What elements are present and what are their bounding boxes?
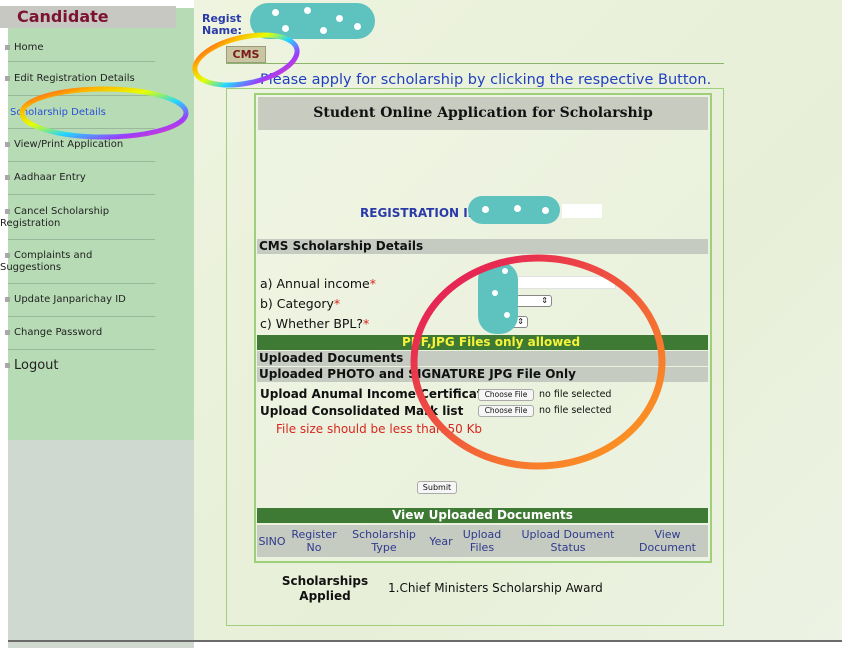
redaction-mark — [478, 262, 518, 334]
sidebar-item-cancel-scholarship[interactable]: Cancel Scholarship Registration — [0, 206, 140, 230]
bullet-icon — [5, 363, 10, 368]
column-header: SINO — [258, 534, 286, 548]
divider — [8, 349, 155, 350]
divider — [8, 316, 155, 317]
bpl-label: c) Whether BPL?* — [260, 316, 370, 331]
divider — [8, 194, 155, 195]
column-header: Year — [429, 534, 453, 548]
scholarships-applied-value: 1.Chief Ministers Scholarship Award — [388, 581, 603, 595]
sidebar-item-scholarship-details[interactable]: Scholarship Details — [0, 107, 155, 119]
instruction-text: Please apply for scholarship by clicking… — [260, 72, 712, 88]
sidebar-item-label: Cancel Scholarship Registration — [0, 206, 110, 229]
upload-marklist-label: Upload Consolidated Mark list — [260, 404, 464, 418]
divider — [8, 283, 155, 284]
chevron-updown-icon: ⇕ — [517, 317, 524, 326]
sidebar-item-label: Logout — [14, 358, 59, 373]
bullet-icon — [5, 44, 10, 50]
sidebar-item-view-print[interactable]: View/Print Application — [0, 139, 155, 151]
bullet-icon — [5, 141, 10, 147]
bullet-icon — [5, 75, 10, 81]
required-marker: * — [363, 316, 370, 331]
sidebar-item-label: Edit Registration Details — [14, 73, 135, 84]
required-marker: * — [369, 276, 376, 291]
annual-income-label: a) Annual income* — [260, 276, 376, 291]
sidebar-item-label: Aadhaar Entry — [14, 172, 86, 183]
sidebar-item-label: Scholarship Details — [10, 107, 106, 118]
registration-id-label: REGISTRATION ID- — [360, 206, 483, 220]
column-header: Upload Doument Status — [521, 528, 615, 554]
bullet-icon — [5, 252, 10, 258]
bullet-icon — [5, 296, 10, 302]
divider — [226, 63, 724, 64]
file-status: no file selected — [539, 405, 612, 416]
sidebar-item-change-password[interactable]: Change Password — [0, 327, 155, 339]
column-header: Register No — [291, 528, 337, 554]
registration-name-label: Regist Name: — [202, 12, 242, 37]
bullet-icon — [5, 329, 10, 335]
sidebar-title: Candidate — [0, 6, 176, 28]
sidebar-item-label: Change Password — [14, 327, 103, 338]
column-header: Upload Files — [462, 528, 502, 554]
sidebar-item-aadhaar[interactable]: Aadhaar Entry — [0, 172, 155, 184]
bullet-icon — [5, 174, 10, 180]
chevron-updown-icon: ⇕ — [541, 296, 548, 305]
registration-id-field — [562, 204, 602, 218]
section-header-cms: CMS Scholarship Details — [257, 239, 708, 254]
divider — [8, 95, 155, 96]
bottom-border — [8, 640, 842, 642]
choose-file-income-button[interactable]: Choose File — [478, 389, 534, 401]
tab-cms[interactable]: CMS — [226, 46, 266, 63]
uploaded-documents-header: Uploaded Documents — [257, 351, 708, 366]
sidebar-item-label: Home — [14, 42, 44, 53]
category-label: b) Category* — [260, 296, 341, 311]
uploaded-photo-signature-header: Uploaded PHOTO and SIGNATURE JPG File On… — [257, 367, 708, 382]
divider — [8, 128, 155, 129]
sidebar-item-label: View/Print Application — [14, 139, 124, 150]
redaction-mark — [250, 3, 375, 39]
sidebar-item-janparichay[interactable]: Update Janparichay ID — [0, 294, 155, 306]
form-title: Student Online Application for Scholarsh… — [258, 97, 708, 130]
divider — [8, 161, 155, 162]
column-header: View Document — [639, 528, 696, 554]
sidebar-item-label: Update Janparichay ID — [14, 294, 126, 305]
file-type-notice: PDF,JPG Files only allowed — [257, 335, 708, 350]
divider — [8, 239, 155, 240]
documents-table-header: SINO Register No Scholarship Type Year U… — [257, 525, 708, 557]
sidebar-item-edit-registration[interactable]: Edit Registration Details — [0, 73, 155, 85]
divider — [8, 61, 155, 62]
file-size-warning: File size should be less than 50 Kb — [276, 422, 483, 436]
required-marker: * — [333, 296, 341, 311]
view-uploaded-documents-header: View Uploaded Documents — [257, 508, 708, 523]
scholarships-applied-label: Scholarships Applied — [281, 574, 369, 603]
upload-income-label: Upload Anumal Income Certificate — [260, 387, 491, 401]
submit-button[interactable]: Submit — [417, 481, 457, 494]
sidebar-item-complaints[interactable]: Complaints and Suggestions — [0, 250, 120, 274]
sidebar-item-logout[interactable]: Logout — [0, 358, 155, 373]
file-status: no file selected — [539, 389, 612, 400]
choose-file-marklist-button[interactable]: Choose File — [478, 405, 534, 417]
column-header: Scholarship Type — [352, 528, 416, 554]
sidebar-item-home[interactable]: Home — [0, 42, 155, 54]
sidebar-item-label: Complaints and Suggestions — [0, 250, 93, 273]
redaction-mark — [468, 196, 560, 224]
bullet-icon — [5, 208, 10, 214]
